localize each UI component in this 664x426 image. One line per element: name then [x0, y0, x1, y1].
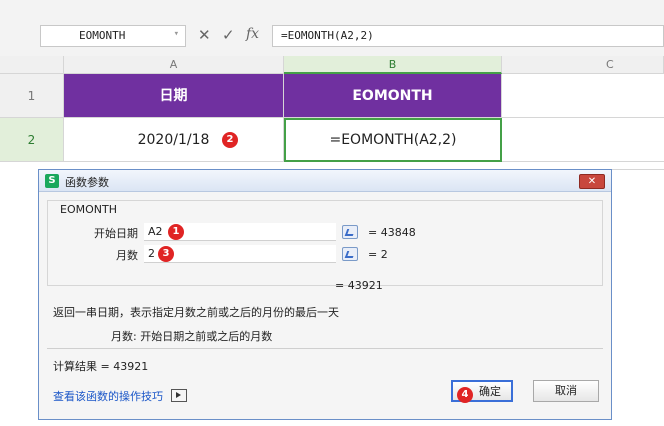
column-header-a[interactable]: A [64, 56, 284, 74]
column-header-b[interactable]: B [284, 56, 502, 74]
confirm-icon[interactable]: ✓ [222, 26, 235, 44]
divider [47, 348, 603, 349]
formula-preview-result: = 43921 [335, 279, 383, 292]
cell-a2-value: 2020/1/18 [137, 132, 210, 148]
app-icon: S [45, 174, 59, 188]
chevron-down-icon[interactable]: ▾ [174, 29, 179, 39]
start-date-result: = 43848 [368, 226, 416, 239]
row-header-2[interactable]: 2 [0, 118, 64, 162]
cell-b1[interactable]: EOMONTH [284, 74, 502, 118]
formula-input[interactable]: =EOMONTH(A2,2) [272, 25, 664, 47]
step-badge-2: 2 [222, 132, 238, 148]
name-box-value: EOMONTH [79, 29, 126, 42]
function-description: 返回一串日期，表示指定月数之前或之后的月份的最后一天 [53, 306, 339, 319]
select-all-corner[interactable] [0, 56, 64, 74]
step-badge-1: 1 [168, 224, 184, 240]
function-name: EOMONTH [60, 203, 117, 216]
help-link[interactable]: 查看该函数的操作技巧 [53, 388, 187, 404]
close-button[interactable]: ✕ [579, 174, 605, 189]
parameter-help: 月数: 开始日期之前或之后的月数 [111, 330, 273, 343]
range-select-icon[interactable] [342, 247, 358, 261]
range-select-icon[interactable] [342, 225, 358, 239]
months-result: = 2 [368, 248, 388, 261]
dialog-title: 函数参数 [65, 176, 109, 189]
column-header-c[interactable]: C [502, 56, 664, 74]
arg-label-months: 月数 [116, 249, 138, 262]
cell-c1[interactable] [502, 74, 664, 118]
cell-c2[interactable] [502, 118, 664, 162]
arg-label-start-date: 开始日期 [94, 227, 138, 240]
name-box[interactable]: EOMONTH ▾ [40, 25, 186, 47]
cell-a1[interactable]: 日期 [64, 74, 284, 118]
step-badge-3: 3 [158, 246, 174, 262]
step-badge-4: 4 [457, 387, 473, 403]
cancel-button[interactable]: 取消 [533, 380, 599, 402]
cell-b2[interactable]: =EOMONTH(A2,2) [284, 118, 502, 162]
calculation-result: 计算结果 = 43921 [53, 360, 149, 373]
function-arguments-dialog: S 函数参数 ✕ EOMONTH 开始日期 A2 1 = 43848 月数 2 … [38, 169, 612, 420]
help-link-text: 查看该函数的操作技巧 [53, 390, 163, 403]
video-icon [170, 389, 187, 402]
dialog-title-bar[interactable]: S 函数参数 ✕ [39, 170, 611, 192]
cancel-icon[interactable]: ✕ [198, 26, 211, 44]
cell-a2[interactable]: 2020/1/18 [64, 118, 284, 162]
row-header-1[interactable]: 1 [0, 74, 64, 118]
arguments-group: EOMONTH 开始日期 A2 1 = 43848 月数 2 3 = 2 [47, 200, 603, 286]
fx-icon[interactable]: fx [246, 26, 259, 42]
